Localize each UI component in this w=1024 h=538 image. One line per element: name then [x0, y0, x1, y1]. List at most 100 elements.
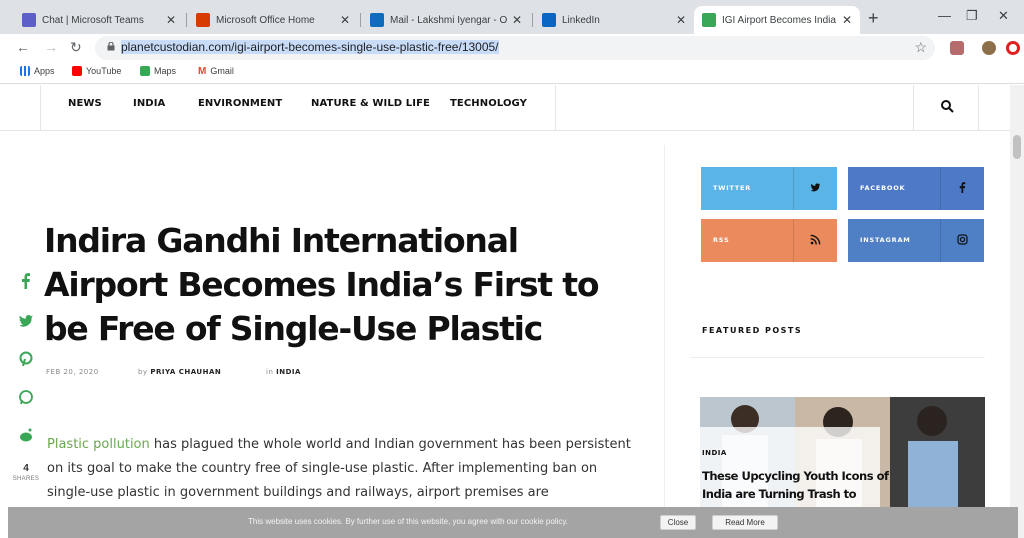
instagram-follow-button[interactable]: INSTAGRAM [848, 219, 984, 262]
facebook-icon [959, 182, 966, 193]
reload-icon[interactable]: ↻ [70, 39, 82, 56]
nav-search-button[interactable] [913, 85, 979, 131]
category-name[interactable]: INDIA [276, 368, 301, 376]
pinterest-share-icon[interactable] [18, 351, 34, 367]
share-bar: 4 SHARES [8, 273, 44, 482]
author-prefix: by [138, 368, 148, 376]
nav-technology[interactable]: TECHNOLOGY [450, 98, 527, 109]
site-navigation: NEWS INDIA ENVIRONMENT NATURE & WILD LIF… [0, 85, 1024, 131]
social-label: FACEBOOK [860, 184, 906, 192]
nav-news[interactable]: NEWS [68, 98, 102, 109]
tab-linkedin[interactable]: LinkedIn ✕ [534, 6, 694, 34]
article-date: FEB 20, 2020 [46, 368, 99, 376]
bookmark-label: Apps [34, 66, 55, 76]
tab-title: Mail - Lakshmi Iyengar - O... [390, 14, 508, 26]
nav-divider [555, 85, 556, 131]
sidebar-divider [664, 145, 665, 538]
maps-icon [140, 66, 150, 76]
bookmark-youtube[interactable]: YouTube [72, 66, 121, 76]
author-name[interactable]: PRIYA CHAUHAN [150, 368, 221, 376]
cookie-close-button[interactable]: Close [660, 515, 696, 530]
nav-nature-wildlife[interactable]: NATURE & WILD LIFE [311, 98, 430, 109]
back-icon[interactable]: ← [16, 39, 30, 55]
youtube-icon [72, 66, 82, 76]
tab-office[interactable]: Microsoft Office Home ✕ [188, 6, 358, 34]
address-bar[interactable]: planetcustodian.com/igi-airport-becomes-… [95, 36, 935, 60]
tab-active-article[interactable]: IGI Airport Becomes India ... ✕ [694, 6, 860, 34]
twitter-follow-button[interactable]: TWITTER [701, 167, 837, 210]
profile-avatar[interactable] [982, 41, 996, 55]
tab-close-icon[interactable]: ✕ [842, 13, 852, 27]
social-label: RSS [713, 236, 730, 244]
nav-india[interactable]: INDIA [133, 98, 165, 109]
office-icon [196, 13, 210, 27]
facebook-share-icon[interactable] [18, 273, 34, 289]
scrollbar-thumb[interactable] [1013, 135, 1021, 159]
tab-close-icon[interactable]: ✕ [676, 13, 686, 27]
featured-divider [690, 357, 985, 358]
rss-icon [810, 234, 821, 245]
tab-close-icon[interactable]: ✕ [512, 13, 522, 27]
apps-grid-icon [20, 66, 30, 76]
featured-category[interactable]: INDIA [702, 449, 727, 457]
featured-headline[interactable]: These Upcycling Youth Icons of India are… [702, 467, 902, 503]
minimize-icon[interactable]: — [938, 8, 951, 23]
tab-title: Chat | Microsoft Teams [42, 14, 144, 26]
whatsapp-share-icon[interactable] [18, 389, 34, 405]
article-author[interactable]: by PRIYA CHAUHAN [138, 368, 221, 376]
article-body: Plastic pollution has plagued the whole … [47, 433, 637, 505]
extension-icon[interactable] [950, 41, 964, 55]
facebook-follow-button[interactable]: FACEBOOK [848, 167, 984, 210]
tab-title: LinkedIn [562, 14, 600, 26]
tab-title: Microsoft Office Home [216, 14, 315, 26]
plastic-pollution-link[interactable]: Plastic pollution [47, 437, 150, 452]
tab-separator [360, 13, 361, 27]
window-close-icon[interactable]: ✕ [998, 8, 1009, 24]
tab-close-icon[interactable]: ✕ [340, 13, 350, 27]
browser-toolbar: ← → ↻ planetcustodian.com/igi-airport-be… [0, 34, 1024, 62]
forward-icon[interactable]: → [44, 39, 58, 55]
social-icon-cell [940, 167, 984, 210]
instagram-icon [957, 234, 968, 245]
search-icon [941, 100, 954, 113]
tab-mail[interactable]: Mail - Lakshmi Iyengar - O... ✕ [362, 6, 530, 34]
gmail-icon: M [198, 66, 207, 77]
share-label: SHARES [12, 476, 40, 482]
new-tab-button[interactable]: + [868, 8, 879, 29]
bookmark-label: Maps [154, 66, 177, 76]
tab-teams[interactable]: Chat | Microsoft Teams ✕ [14, 6, 184, 34]
tab-title: IGI Airport Becomes India ... [722, 14, 838, 26]
url-text[interactable]: planetcustodian.com/igi-airport-becomes-… [121, 40, 499, 54]
web-page: NEWS INDIA ENVIRONMENT NATURE & WILD LIF… [0, 85, 1024, 538]
reddit-share-icon[interactable] [18, 427, 34, 443]
nav-divider [40, 85, 41, 131]
bookmark-label: YouTube [86, 66, 122, 76]
tab-separator [186, 13, 187, 27]
twitter-share-icon[interactable] [18, 313, 34, 329]
restore-icon[interactable]: ❐ [966, 8, 978, 24]
twitter-icon [810, 183, 821, 192]
tab-separator [532, 13, 533, 27]
article-category[interactable]: in INDIA [266, 368, 301, 376]
cookie-consent-bar: This website uses cookies. By further us… [8, 507, 1018, 538]
social-label: TWITTER [713, 184, 752, 192]
social-icon-cell [793, 167, 837, 210]
bookmark-apps[interactable]: Apps [20, 66, 55, 76]
linkedin-icon [542, 13, 556, 27]
rss-follow-button[interactable]: RSS [701, 219, 837, 262]
featured-posts-heading: FEATURED POSTS [702, 326, 803, 335]
cookie-text: This website uses cookies. By further us… [248, 517, 569, 526]
bookmark-maps[interactable]: Maps [140, 66, 176, 76]
cookie-read-more-button[interactable]: Read More [712, 515, 778, 530]
site-icon [702, 13, 716, 27]
bookmarks-bar: Apps YouTube Maps M Gmail [0, 62, 1024, 84]
nav-environment[interactable]: ENVIRONMENT [198, 98, 282, 109]
bookmark-gmail[interactable]: M Gmail [198, 66, 234, 77]
tab-close-icon[interactable]: ✕ [166, 13, 176, 27]
category-prefix: in [266, 368, 274, 376]
social-label: INSTAGRAM [860, 236, 911, 244]
article-headline: Indira Gandhi International Airport Beco… [44, 221, 600, 348]
bookmark-label: Gmail [210, 66, 234, 76]
opera-icon[interactable] [1006, 41, 1020, 55]
bookmark-star-icon[interactable]: ☆ [914, 39, 927, 56]
